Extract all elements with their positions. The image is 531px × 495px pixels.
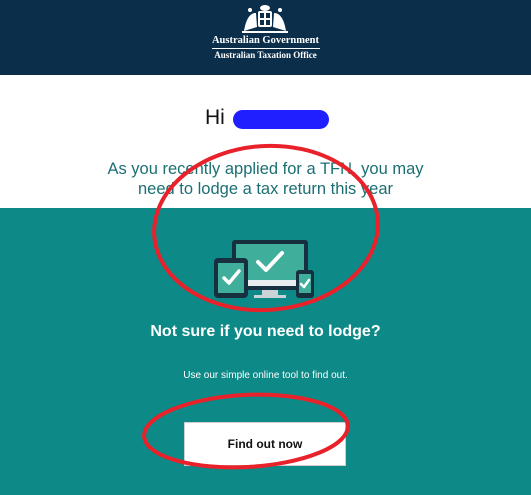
- devices-checkmark-icon: [214, 240, 314, 298]
- headline-line-1: As you recently applied for a TFN, you m…: [107, 160, 424, 178]
- promo-subtext: Use our simple online tool to find out.: [183, 370, 348, 381]
- headline-line-2: need to lodge a tax return this year: [138, 180, 393, 198]
- find-out-now-button[interactable]: Find out now: [184, 422, 346, 466]
- header-divider: [212, 48, 320, 49]
- greeting-text: Hi: [205, 106, 225, 129]
- promo-heading: Not sure if you need to lodge?: [150, 323, 381, 340]
- redacted-name: [233, 110, 329, 129]
- agency-name: Australian Taxation Office: [214, 50, 317, 60]
- government-name: Australian Government: [211, 35, 320, 46]
- headline: As you recently applied for a TFN, you m…: [0, 159, 531, 199]
- header-banner: Australian Government Australian Taxatio…: [0, 0, 531, 75]
- coat-of-arms-icon: [242, 5, 288, 33]
